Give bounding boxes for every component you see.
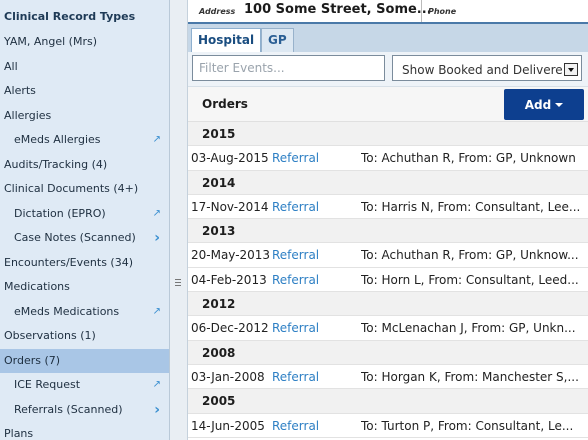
sidebar-item-label: eMeds Medications	[14, 304, 120, 318]
sidebar-item-label: ICE Request	[14, 378, 81, 391]
tab-hospital[interactable]: Hospital	[191, 28, 262, 53]
order-type-link[interactable]: Referral	[272, 243, 319, 266]
sidebar-title: Clinical Record Types	[4, 10, 136, 23]
order-type-link[interactable]: Referral	[272, 316, 319, 339]
order-date: 14-Jun-2005	[191, 418, 265, 433]
sidebar-item-label: Orders (7)	[4, 353, 61, 367]
year-group-header: 2008	[188, 340, 588, 365]
sidebar-item-referrals-scanned[interactable]: Referrals (Scanned) ›	[0, 398, 169, 423]
sidebar-item-orders-7[interactable]: Orders (7)	[0, 348, 169, 373]
year-group-header: 2014	[188, 170, 588, 195]
order-row[interactable]: 04-Feb-2013 Referral To: Horn L, From: Con…	[188, 268, 588, 293]
patient-banner: Address 100 Some Street, Some... Phone	[188, 0, 588, 24]
order-row[interactable]: 17-Nov-2014 Referral To: Harris N, From: C…	[188, 195, 588, 220]
order-description: To: McLenachan J, From: GP, Unkn...	[361, 321, 576, 336]
external-link-icon[interactable]: ↗	[153, 300, 161, 325]
sidebar-item-plans[interactable]: Plans	[0, 422, 169, 440]
sidebar-item-alerts[interactable]: Alerts	[0, 79, 169, 104]
sidebar-item-label: Alerts	[4, 84, 36, 97]
booked-delivered-select[interactable]: Show Booked and Delivere	[392, 55, 582, 81]
sidebar-item-medications[interactable]: Medications	[0, 275, 169, 300]
sidebar-item-ice-request[interactable]: ICE Request ↗	[0, 373, 169, 398]
order-type-link[interactable]: Referral	[272, 414, 319, 437]
order-description: To: Harris N, From: Consultant, Lee...	[361, 199, 581, 214]
order-type-link[interactable]: Referral	[272, 195, 319, 218]
add-button[interactable]: Add	[504, 89, 584, 120]
sidebar-item-label: eMeds Allergies	[14, 133, 101, 146]
year-group-header: 2012	[188, 292, 588, 317]
sidebar-item-label: Encounters/Events (34)	[4, 255, 134, 269]
sidebar-item-audits-tracking-4[interactable]: Audits/Tracking (4)	[0, 153, 169, 178]
panel-splitter[interactable]	[170, 0, 188, 440]
sidebar: Clinical Record Types YAM, Angel (Mrs) Al…	[0, 0, 170, 440]
sidebar-item-label: All	[4, 59, 18, 73]
external-link-icon[interactable]: ↗	[153, 373, 161, 398]
order-date: 04-Feb-2013	[191, 272, 267, 287]
sidebar-item-label: Medications	[4, 280, 70, 293]
address-value: 100 Some Street, Some...	[244, 2, 432, 17]
grip-icon[interactable]	[175, 279, 181, 287]
orders-title: Orders	[202, 97, 248, 111]
sidebar-item-emeds-medications[interactable]: eMeds Medications ↗	[0, 300, 169, 325]
year-group-header: 2013	[188, 219, 588, 244]
order-date: 17-Nov-2014	[191, 199, 269, 214]
filter-events-input[interactable]	[192, 55, 385, 81]
caret-down-icon	[555, 103, 564, 107]
order-row[interactable]: 03-Aug-2015 Referral To: Achuthan R, From:…	[188, 146, 588, 171]
year-group-header: 2005	[188, 389, 588, 414]
external-link-icon[interactable]: ↗	[153, 128, 161, 153]
order-row[interactable]: 14-Jun-2005 Referral To: Turton P, From: C…	[188, 414, 588, 438]
order-date: 03-Jan-2008	[191, 369, 265, 384]
sidebar-item-encounters-events-34[interactable]: Encounters/Events (34)	[0, 251, 169, 276]
sidebar-item-all[interactable]: All	[0, 55, 169, 80]
order-row[interactable]: 20-May-2013 Referral To: Achuthan R, From:…	[188, 243, 588, 268]
sidebar-item-label: Audits/Tracking (4)	[4, 157, 108, 171]
sidebar-item-label: Clinical Documents (4+)	[4, 182, 139, 195]
order-date: 06-Dec-2012	[191, 321, 269, 336]
filter-bar: Show Booked and Delivere	[188, 52, 588, 87]
sidebar-item-dictation-epro[interactable]: Dictation (EPRO) ↗	[0, 202, 169, 227]
add-button-label: Add	[524, 97, 552, 112]
order-description: To: Achuthan R, From: GP, Unknown	[361, 151, 576, 166]
order-date: 20-May-2013	[191, 248, 271, 263]
order-date: 03-Aug-2015	[191, 151, 269, 166]
orders-header: Orders Add	[188, 87, 588, 122]
sidebar-items: YAM, Angel (Mrs) All Alerts Allergies eMeds …	[0, 30, 169, 440]
sidebar-item-label: Allergies	[4, 108, 52, 122]
order-description: To: Turton P, From: Consultant, Le...	[361, 418, 574, 433]
order-description: To: Horgan K, From: Manchester S,...	[361, 369, 579, 384]
sidebar-item-label: Plans	[4, 427, 34, 440]
order-row[interactable]: 03-Jan-2008 Referral To: Horgan K, From: M…	[188, 365, 588, 390]
sidebar-item-label: Observations (1)	[4, 329, 96, 342]
order-row[interactable]: 06-Dec-2012 Referral To: McLenachan J, Fro…	[188, 316, 588, 341]
order-description: To: Achuthan R, From: GP, Unknow...	[361, 248, 579, 263]
chevron-right-icon[interactable]: ›	[154, 398, 160, 423]
sidebar-item-yam-angel-mrs[interactable]: YAM, Angel (Mrs)	[0, 30, 169, 55]
order-type-link[interactable]: Referral	[272, 268, 319, 291]
address-label: Address	[199, 7, 236, 16]
dropdown-arrow-icon[interactable]	[564, 63, 578, 76]
select-value: Show Booked and Delivere	[402, 63, 563, 77]
year-group-header: 2015	[188, 122, 588, 147]
chevron-right-icon[interactable]: ›	[154, 226, 160, 251]
orders-list: 2015 03-Aug-2015 Referral To: Achuthan R, F…	[188, 122, 588, 438]
tab-bar: Hospital GP	[188, 24, 588, 53]
order-type-link[interactable]: Referral	[272, 365, 319, 388]
order-description: To: Horn L, From: Consultant, Leed...	[361, 272, 579, 287]
sidebar-item-emeds-allergies[interactable]: eMeds Allergies ↗	[0, 128, 169, 153]
sidebar-item-observations-1[interactable]: Observations (1)	[0, 324, 169, 349]
main-panel: Address 100 Some Street, Some... Phone H…	[188, 0, 588, 440]
sidebar-item-label: Case Notes (Scanned)	[14, 231, 136, 244]
tab-gp[interactable]: GP	[261, 28, 294, 52]
sidebar-item-allergies[interactable]: Allergies	[0, 104, 169, 129]
sidebar-item-clinical-documents-4[interactable]: Clinical Documents (4+)	[0, 177, 169, 202]
banner-divider	[421, 0, 422, 22]
phone-label: Phone	[428, 7, 457, 16]
order-type-link[interactable]: Referral	[272, 146, 319, 169]
sidebar-item-label: Referrals (Scanned)	[14, 402, 123, 416]
external-link-icon[interactable]: ↗	[153, 202, 161, 227]
sidebar-item-label: YAM, Angel (Mrs)	[4, 35, 98, 48]
sidebar-item-label: Dictation (EPRO)	[14, 206, 106, 220]
sidebar-item-case-notes-scanned[interactable]: Case Notes (Scanned) ›	[0, 226, 169, 251]
